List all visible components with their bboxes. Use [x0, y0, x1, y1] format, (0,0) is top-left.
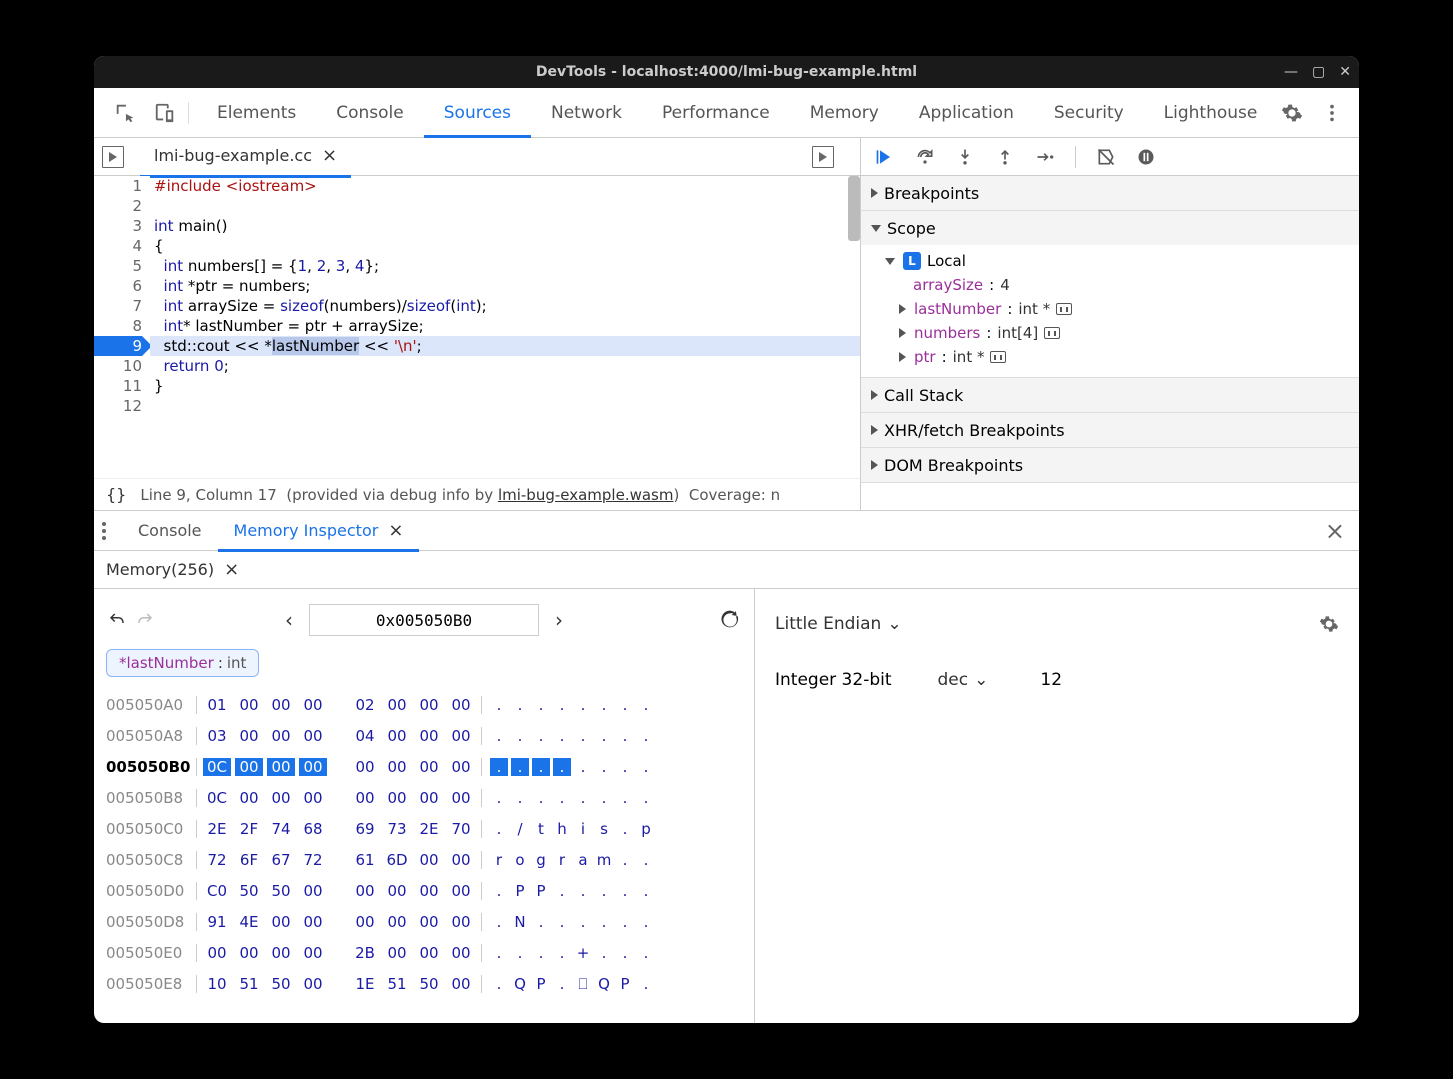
source-file-name: lmi-bug-example.cc [154, 146, 312, 165]
snippet-play-icon[interactable] [812, 146, 834, 168]
scope-local[interactable]: LLocal [885, 249, 1359, 273]
dom-section[interactable]: DOM Breakpoints [861, 448, 1359, 482]
tab-elements[interactable]: Elements [197, 89, 316, 137]
tab-sources[interactable]: Sources [424, 89, 531, 137]
step-into-icon[interactable] [955, 147, 975, 167]
value-panel: Little Endian ⌄ Integer 32-bit dec ⌄ 12 [755, 589, 1359, 1023]
close-icon[interactable]: × [388, 520, 403, 541]
decoded-value: 12 [1040, 670, 1062, 690]
window-title: DevTools - localhost:4000/lmi-bug-exampl… [536, 64, 917, 80]
memory-icon[interactable] [990, 351, 1006, 363]
titlebar: DevTools - localhost:4000/lmi-bug-exampl… [94, 56, 1359, 88]
debugger-play-icon[interactable] [102, 146, 124, 168]
gear-icon[interactable] [1281, 102, 1303, 124]
scope-var-numbers[interactable]: numbers: int[4] [885, 321, 1359, 345]
tab-application[interactable]: Application [899, 89, 1034, 137]
callstack-section[interactable]: Call Stack [861, 378, 1359, 412]
hex-row[interactable]: 005050A80300000004000000........ [106, 720, 742, 751]
memory-icon[interactable] [1044, 327, 1060, 339]
status-bar: {} Line 9, Column 17 (provided via debug… [94, 478, 860, 510]
address-input[interactable] [309, 604, 539, 636]
value-row: Integer 32-bit dec ⌄ 12 [775, 661, 1339, 699]
xhr-section[interactable]: XHR/fetch Breakpoints [861, 413, 1359, 447]
close-button[interactable]: ✕ [1339, 64, 1351, 80]
scope-var-lastNumber[interactable]: lastNumber: int * [885, 297, 1359, 321]
tab-memory[interactable]: Memory [790, 89, 899, 137]
debug-toolbar [861, 138, 1359, 176]
hex-grid[interactable]: 005050A00100000002000000........005050A8… [106, 689, 742, 999]
device-icon[interactable] [154, 102, 176, 124]
tab-security[interactable]: Security [1034, 89, 1144, 137]
refresh-icon[interactable] [720, 610, 740, 630]
tab-network[interactable]: Network [531, 89, 642, 137]
close-tab-icon[interactable]: × [322, 145, 337, 166]
memory-subtab[interactable]: Memory(256) × [102, 550, 243, 589]
breakpoint-marker: 9 [94, 336, 142, 356]
step-icon[interactable] [1035, 147, 1055, 167]
hex-row[interactable]: 005050C8726F6772616D0000rogram.. [106, 844, 742, 875]
drawer-tab-console[interactable]: Console [122, 511, 218, 550]
hex-row[interactable]: 005050B00C00000000000000........ [106, 751, 742, 782]
drawer-tab-memory-inspector[interactable]: Memory Inspector × [218, 510, 420, 551]
tab-console[interactable]: Console [316, 89, 424, 137]
source-file-tab[interactable]: lmi-bug-example.cc × [140, 136, 351, 178]
main-toolbar: Elements Console Sources Network Perform… [94, 88, 1359, 138]
drawer-kebab-icon[interactable] [102, 522, 106, 540]
panel-tabs: Elements Console Sources Network Perform… [197, 89, 1281, 137]
scope-var-arraySize[interactable]: arraySize: 4 [885, 273, 1359, 297]
hex-row[interactable]: 005050B80C00000000000000........ [106, 782, 742, 813]
scope-section[interactable]: Scope [861, 211, 1359, 245]
scope-var-ptr[interactable]: ptr: int * [885, 345, 1359, 369]
hex-row[interactable]: 005050D0C050500000000000.PP..... [106, 875, 742, 906]
tab-performance[interactable]: Performance [642, 89, 790, 137]
redo-icon[interactable] [136, 611, 154, 629]
scrollbar[interactable] [848, 176, 860, 241]
gear-icon[interactable] [1319, 614, 1339, 634]
tab-lighthouse[interactable]: Lighthouse [1144, 89, 1278, 137]
code-editor[interactable]: 1 2 3 4 5 6 7 8 9 10 11 12 #includ [94, 176, 860, 478]
debug-panel: Breakpoints Scope LLocal arraySize: 4 la… [861, 138, 1359, 510]
next-icon[interactable]: › [555, 608, 563, 632]
inspect-icon[interactable] [114, 102, 136, 124]
drawer-tabs: Console Memory Inspector × × [94, 511, 1359, 551]
drawer-close-icon[interactable]: × [1325, 517, 1345, 545]
gutter[interactable]: 1 2 3 4 5 6 7 8 9 10 11 12 [94, 176, 150, 478]
wasm-link[interactable]: lmi-bug-example.wasm [498, 486, 674, 504]
hex-row[interactable]: 005050C02E2F746869732E70./this.p [106, 813, 742, 844]
step-out-icon[interactable] [995, 147, 1015, 167]
undo-icon[interactable] [108, 611, 126, 629]
source-panel: lmi-bug-example.cc × 1 2 3 4 5 6 7 8 [94, 138, 861, 510]
hex-row[interactable]: 005050E0000000002B000000....+... [106, 937, 742, 968]
pretty-print-icon[interactable]: {} [106, 485, 126, 504]
step-over-icon[interactable] [915, 147, 935, 167]
highlight-chip[interactable]: *lastNumber: int [106, 649, 259, 677]
endian-select[interactable]: Little Endian ⌄ [775, 614, 902, 634]
resume-icon[interactable] [875, 147, 895, 167]
format-select[interactable]: dec ⌄ [938, 670, 989, 690]
maximize-button[interactable]: ▢ [1312, 64, 1325, 80]
memory-icon[interactable] [1056, 303, 1072, 315]
minimize-button[interactable]: — [1284, 64, 1298, 80]
kebab-icon[interactable] [1321, 102, 1343, 124]
hex-panel: ‹ › *lastNumber: int 005050A001000000020… [94, 589, 755, 1023]
pause-exceptions-icon[interactable] [1136, 147, 1156, 167]
breakpoints-section[interactable]: Breakpoints [861, 176, 1359, 210]
hex-row[interactable]: 005050A00100000002000000........ [106, 689, 742, 720]
close-icon[interactable]: × [224, 559, 239, 580]
local-badge-icon: L [903, 252, 921, 270]
deactivate-breakpoints-icon[interactable] [1096, 147, 1116, 167]
hex-row[interactable]: 005050D8914E000000000000.N...... [106, 906, 742, 937]
execution-line: std::cout << *lastNumber << '\n'; [150, 336, 860, 356]
prev-icon[interactable]: ‹ [285, 608, 293, 632]
hex-row[interactable]: 005050E8105150001E515000.QP.⎕QP. [106, 968, 742, 999]
